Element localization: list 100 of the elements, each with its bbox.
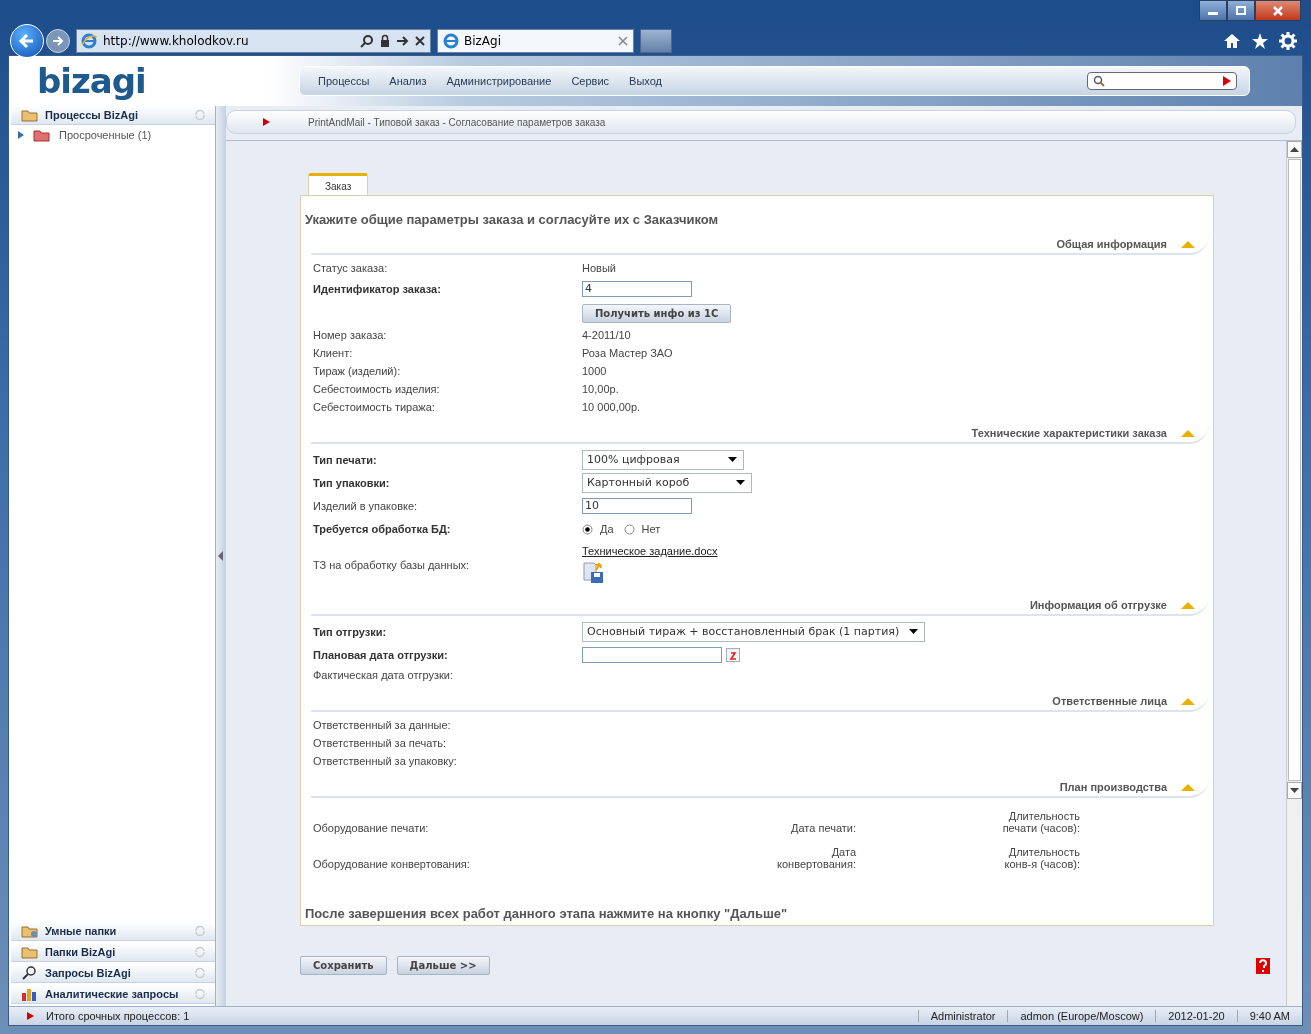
sidebar-panel-header[interactable]: Умные папки — [11, 922, 215, 941]
field-label: Ответственный за упаковку: — [313, 755, 457, 767]
settings-icon[interactable] — [1279, 32, 1297, 50]
input-field[interactable]: 4 — [582, 280, 692, 297]
scroll-down-icon[interactable] — [1290, 788, 1299, 793]
star-icon[interactable] — [1251, 32, 1269, 50]
forward-arrow-icon — [51, 34, 65, 48]
back-button[interactable] — [10, 24, 44, 58]
section-header[interactable]: Ответственные лица — [311, 692, 1209, 712]
status-text: 2012-01-20 — [1155, 1010, 1225, 1022]
calendar-icon[interactable] — [726, 647, 740, 662]
search-icon[interactable] — [360, 34, 374, 48]
menu-item[interactable]: Выход — [629, 75, 662, 87]
radio-button[interactable] — [623, 523, 635, 535]
folder-icon — [33, 128, 51, 142]
lock-icon — [378, 34, 392, 48]
date-field[interactable] — [582, 646, 722, 663]
tree-item[interactable]: Просроченные (1) — [59, 129, 152, 141]
search-icon — [21, 966, 39, 980]
field-label: Ответственный за печать: — [313, 737, 446, 749]
section-header[interactable]: План производства — [311, 778, 1209, 798]
dropdown[interactable]: Картонный короб — [582, 472, 752, 493]
field-label: Оборудование конвертования: — [313, 858, 471, 870]
field-label: Дата печати: — [790, 822, 856, 834]
radio-button[interactable] — [582, 523, 593, 535]
dropdown-arrow-icon — [909, 629, 919, 634]
scrollbar[interactable] — [1286, 141, 1302, 1006]
field-value: Роза Мастер ЗАО — [582, 347, 673, 359]
play-icon — [27, 1012, 34, 1020]
field-label: Тип отгрузки: — [313, 625, 387, 638]
tab[interactable]: Заказ — [308, 173, 369, 196]
instruction-text: После завершения всех работ данного этапа нажмите на кнопку "Дальше" — [305, 906, 789, 921]
field-label: ТЗ на обработку базы данных: — [313, 558, 470, 571]
sidebar-panel-header[interactable]: Папки BizAgi — [11, 943, 215, 962]
field-label: Идентификатор заказа: — [313, 282, 441, 295]
radio-label: Нет — [641, 523, 661, 535]
folder-icon — [21, 924, 39, 938]
help-icon[interactable] — [1256, 957, 1270, 974]
stop-icon[interactable] — [414, 35, 426, 47]
field-label: Себестоимость тиража: — [313, 401, 435, 413]
logo: bizagi — [36, 61, 147, 101]
go-icon[interactable] — [396, 34, 410, 48]
browser-logo-icon — [443, 33, 459, 49]
field-label: Статус заказа: — [313, 262, 388, 274]
sidebar-panel-header[interactable]: Аналитические запросы — [11, 985, 215, 1004]
upload-file-icon[interactable] — [582, 560, 606, 584]
minimize-button[interactable] — [1199, 0, 1227, 21]
play-icon[interactable] — [1223, 76, 1231, 86]
file-link[interactable]: Техническое задание.docx — [582, 545, 718, 557]
menu-item[interactable]: Процессы — [318, 75, 370, 87]
get-info-button[interactable]: Получить инфо из 1С — [582, 303, 732, 323]
field-label: Тип печати: — [313, 453, 377, 466]
field-value: 1000 — [582, 365, 607, 377]
field-label: Оборудование печати: — [313, 822, 430, 834]
search-icon — [1093, 75, 1105, 87]
expander-icon[interactable] — [17, 131, 25, 139]
dropdown-arrow-icon — [728, 457, 737, 462]
field-label: Длительность печати (часов): — [1001, 810, 1080, 834]
maximize-icon — [1234, 5, 1248, 16]
breadcrumb: PrintAndMail - Типовой заказ - Согласование параметров заказа — [308, 116, 606, 128]
status-text: 9:40 AM — [1236, 1010, 1290, 1022]
action-button[interactable]: Дальше >> — [396, 956, 490, 975]
close-icon[interactable] — [618, 36, 628, 46]
scroll-up-icon[interactable] — [1290, 147, 1299, 152]
section-header[interactable]: Технические характеристики заказа — [311, 424, 1209, 444]
field-label: Себестоимость изделия: — [313, 383, 440, 395]
minimize-icon — [1208, 12, 1218, 15]
home-icon[interactable] — [1223, 32, 1241, 50]
browser-logo-icon — [81, 33, 97, 49]
section-header[interactable]: Информация об отгрузке — [311, 596, 1209, 616]
browser-tab[interactable]: BizAgi — [437, 29, 634, 53]
dropdown[interactable]: Основный тираж + восстановленный брак (1 партия) — [582, 621, 926, 642]
sidebar-panel-header[interactable]: Запросы BizAgi — [11, 964, 215, 983]
search-field[interactable] — [1087, 72, 1237, 90]
field-value: 4-2011/10 — [582, 329, 631, 341]
status-text: Итого срочных процессов: 1 — [46, 1010, 190, 1022]
field-label: Длительность конв-я (часов): — [1003, 846, 1080, 870]
menu-item[interactable]: Администрирование — [446, 75, 552, 87]
field-label: Дата конвертования: — [776, 846, 856, 870]
maximize-button[interactable] — [1227, 0, 1255, 21]
forward-button[interactable] — [46, 29, 70, 53]
menu-item[interactable]: Сервис — [571, 75, 610, 87]
sidebar-panel-header[interactable]: Процессы BizAgi — [11, 106, 215, 125]
status-text: admon (Europe/Moscow) — [1007, 1010, 1144, 1022]
dropdown[interactable]: 100% цифровая — [582, 449, 744, 470]
play-icon — [263, 118, 270, 126]
field-value: 10,00р. — [582, 383, 619, 395]
field-label: Тип упаковки: — [313, 476, 390, 489]
menu-item[interactable]: Анализ — [389, 75, 427, 87]
action-button[interactable]: Сохранить — [300, 956, 387, 975]
section-header[interactable]: Общая информация — [311, 235, 1209, 255]
input-field[interactable]: 10 — [582, 497, 692, 514]
field-label: Требуется обработка БД: — [313, 523, 451, 535]
close-button[interactable] — [1255, 0, 1301, 21]
collapse-handle-icon[interactable] — [218, 551, 224, 561]
new-tab-button[interactable] — [640, 29, 672, 53]
dropdown-arrow-icon — [736, 480, 745, 485]
address-bar[interactable]: http://www.kholodkov.ru — [76, 29, 431, 53]
close-icon — [1271, 5, 1285, 16]
field-value: Новый — [582, 262, 616, 274]
